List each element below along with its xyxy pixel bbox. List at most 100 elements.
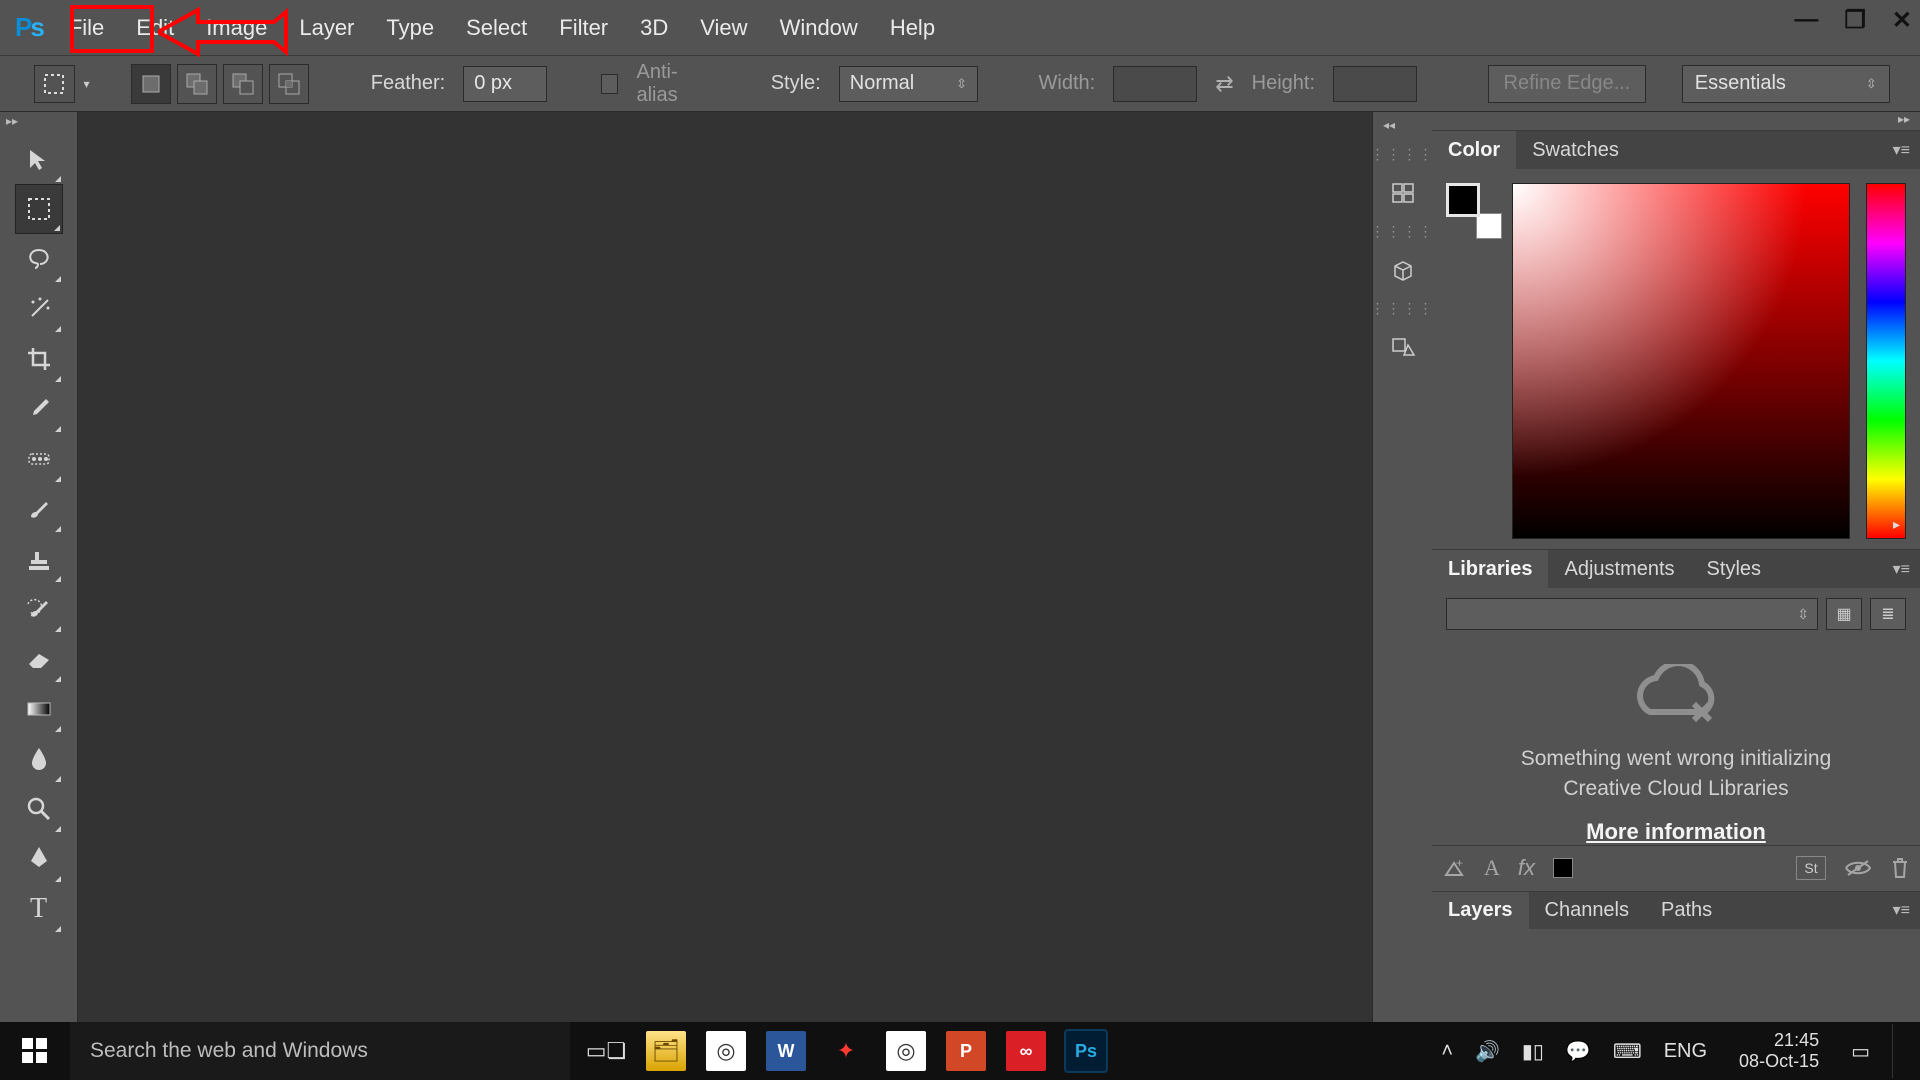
refine-edge-button[interactable]: Refine Edge... <box>1488 65 1646 103</box>
history-brush-tool[interactable] <box>15 584 63 634</box>
panel-grip-icon: ⋮⋮⋮⋮ <box>1371 300 1435 317</box>
width-input <box>1113 66 1197 102</box>
healing-brush-tool[interactable] <box>15 434 63 484</box>
add-text-icon[interactable]: A <box>1484 855 1500 881</box>
zoom-tool[interactable] <box>15 784 63 834</box>
antialias-checkbox[interactable] <box>601 74 619 94</box>
grid-view-button[interactable]: ▦ <box>1826 598 1862 630</box>
menu-file[interactable]: File <box>53 0 120 56</box>
color-panel: Color Swatches ▾≡ ▸ <box>1432 130 1920 549</box>
word-icon[interactable]: W <box>766 1031 806 1071</box>
volume-icon[interactable]: 🔊 <box>1475 1039 1500 1064</box>
move-tool[interactable] <box>15 134 63 184</box>
battery-icon[interactable]: ▮▯ <box>1522 1039 1544 1064</box>
workspace-dropdown[interactable]: Essentials <box>1682 65 1890 103</box>
add-selection-button[interactable] <box>177 64 217 104</box>
action-center-icon[interactable]: ▭ <box>1851 1039 1870 1064</box>
properties-panel-icon[interactable] <box>1383 327 1423 367</box>
type-tool[interactable]: T <box>15 884 63 934</box>
chrome-icon[interactable]: ◎ <box>706 1031 746 1071</box>
tab-adjustments[interactable]: Adjustments <box>1548 550 1690 588</box>
panel-menu-icon[interactable]: ▾≡ <box>1883 900 1920 920</box>
eraser-tool[interactable] <box>15 634 63 684</box>
fg-bg-swatch[interactable] <box>1446 183 1496 233</box>
clone-stamp-tool[interactable] <box>15 534 63 584</box>
tab-styles[interactable]: Styles <box>1691 550 1777 588</box>
magic-wand-tool[interactable] <box>15 284 63 334</box>
crop-tool[interactable] <box>15 334 63 384</box>
menu-help[interactable]: Help <box>874 0 951 56</box>
panel-menu-icon[interactable]: ▾≡ <box>1883 559 1920 579</box>
style-dropdown[interactable]: Normal <box>839 66 978 102</box>
menu-window[interactable]: Window <box>764 0 874 56</box>
menu-edit[interactable]: Edit <box>120 0 190 56</box>
photoshop-taskbar-icon[interactable]: Ps <box>1066 1031 1106 1071</box>
more-information-link[interactable]: More information <box>1586 819 1766 845</box>
fx-icon[interactable]: fx <box>1518 855 1535 881</box>
tab-channels[interactable]: Channels <box>1529 892 1646 929</box>
menu-layer[interactable]: Layer <box>283 0 370 56</box>
close-icon[interactable]: ✕ <box>1892 6 1912 35</box>
gradient-tool[interactable] <box>15 684 63 734</box>
right-dock: ◂◂ ⋮⋮⋮⋮ ⋮⋮⋮⋮ ⋮⋮⋮⋮ ▸▸ Color Swatches ▾≡ <box>1372 112 1920 1022</box>
hue-slider[interactable] <box>1866 183 1906 539</box>
menu-view[interactable]: View <box>684 0 763 56</box>
panel-menu-icon[interactable]: ▾≡ <box>1883 140 1920 160</box>
taskbar-search-input[interactable]: Search the web and Windows <box>70 1022 570 1080</box>
creative-cloud-icon[interactable]: ∞ <box>1006 1031 1046 1071</box>
minimize-icon[interactable]: — <box>1794 6 1818 35</box>
list-view-button[interactable]: ≣ <box>1870 598 1906 630</box>
visibility-icon[interactable] <box>1844 859 1872 877</box>
menu-select[interactable]: Select <box>450 0 543 56</box>
start-button[interactable] <box>0 1022 70 1080</box>
subtract-selection-button[interactable] <box>223 64 263 104</box>
toolbox: ▸▸ T <box>0 112 78 1022</box>
app-icon[interactable]: ✦ <box>826 1031 866 1071</box>
marquee-tool[interactable] <box>15 184 63 234</box>
tray-overflow-icon[interactable]: ˄ <box>1441 1040 1453 1063</box>
stock-icon[interactable]: St <box>1796 856 1826 880</box>
chrome-icon-2[interactable]: ◎ <box>886 1031 926 1071</box>
foreground-color-swatch[interactable] <box>1446 183 1480 217</box>
messages-icon[interactable]: 💬 <box>1566 1039 1591 1064</box>
windows-taskbar: Search the web and Windows ▭❏ 🗂 ◎ W ✦ ◎ … <box>0 1022 1920 1080</box>
menu-filter[interactable]: Filter <box>543 0 624 56</box>
powerpoint-icon[interactable]: P <box>946 1031 986 1071</box>
menu-image[interactable]: Image <box>190 0 283 56</box>
taskbar-clock[interactable]: 21:45 08-Oct-15 <box>1729 1030 1829 1071</box>
menu-type[interactable]: Type <box>370 0 450 56</box>
show-desktop-button[interactable] <box>1892 1024 1906 1078</box>
language-indicator[interactable]: ENG <box>1664 1040 1707 1063</box>
tab-swatches[interactable]: Swatches <box>1516 131 1635 169</box>
brush-tool[interactable] <box>15 484 63 534</box>
lasso-tool[interactable] <box>15 234 63 284</box>
library-dropdown[interactable]: ⇳ <box>1446 598 1818 630</box>
panel-expand-handle[interactable]: ▸▸ <box>1432 112 1920 130</box>
intersect-selection-button[interactable] <box>269 64 309 104</box>
feather-input[interactable] <box>463 66 547 102</box>
tab-color[interactable]: Color <box>1432 131 1516 169</box>
maximize-icon[interactable]: ❐ <box>1844 6 1866 35</box>
tab-paths[interactable]: Paths <box>1645 892 1728 929</box>
blur-tool[interactable] <box>15 734 63 784</box>
pen-tool[interactable] <box>15 834 63 884</box>
toolbox-collapse-handle[interactable]: ▸▸ <box>0 112 77 130</box>
tab-libraries[interactable]: Libraries <box>1432 550 1548 588</box>
tool-preset-picker[interactable] <box>34 65 75 103</box>
add-style-icon[interactable]: + <box>1442 857 1466 879</box>
history-panel-icon[interactable] <box>1383 173 1423 213</box>
task-view-button[interactable]: ▭❏ <box>586 1031 626 1071</box>
tab-layers[interactable]: Layers <box>1432 892 1529 929</box>
3d-panel-icon[interactable] <box>1383 250 1423 290</box>
panel-collapse-handle[interactable]: ◂◂ <box>1373 118 1395 136</box>
file-explorer-icon[interactable]: 🗂 <box>646 1031 686 1071</box>
keyboard-icon[interactable]: ⌨ <box>1613 1039 1642 1064</box>
menu-3d[interactable]: 3D <box>624 0 684 56</box>
collapsed-panel-bar: ◂◂ ⋮⋮⋮⋮ ⋮⋮⋮⋮ ⋮⋮⋮⋮ <box>1372 112 1432 1022</box>
color-spectrum[interactable] <box>1512 183 1850 539</box>
eyedropper-tool[interactable] <box>15 384 63 434</box>
swap-dimensions-icon[interactable]: ⇄ <box>1215 71 1233 97</box>
trash-icon[interactable] <box>1890 857 1910 879</box>
fill-swatch-icon[interactable] <box>1553 858 1573 878</box>
new-selection-button[interactable] <box>131 64 171 104</box>
